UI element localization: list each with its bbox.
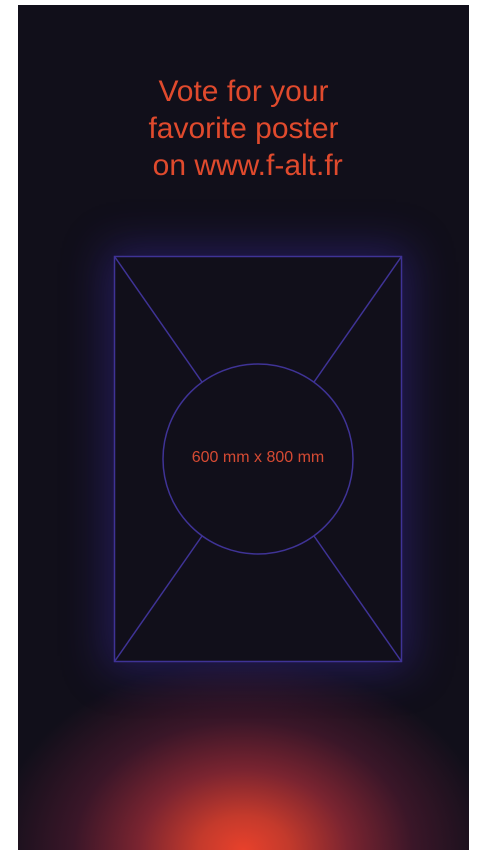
- headline: Vote for your favorite poster on www.f-a…: [18, 73, 469, 184]
- poster-canvas: Vote for your favorite poster on www.f-a…: [18, 5, 469, 850]
- frame-diagonal-bottom-right: [313, 535, 403, 662]
- headline-line-3: on www.f-alt.fr: [144, 149, 343, 182]
- poster-placeholder-frame: 600 mm x 800 mm: [113, 255, 403, 663]
- frame-diagonal-bottom-left: [113, 535, 203, 662]
- headline-line-1: Vote for your: [158, 75, 329, 108]
- headline-line-2: favorite poster: [148, 112, 339, 145]
- frame-diagonal-top-right: [313, 256, 403, 383]
- dimension-label: 600 mm x 800 mm: [191, 449, 325, 466]
- frame-diagonal-top-left: [113, 256, 203, 383]
